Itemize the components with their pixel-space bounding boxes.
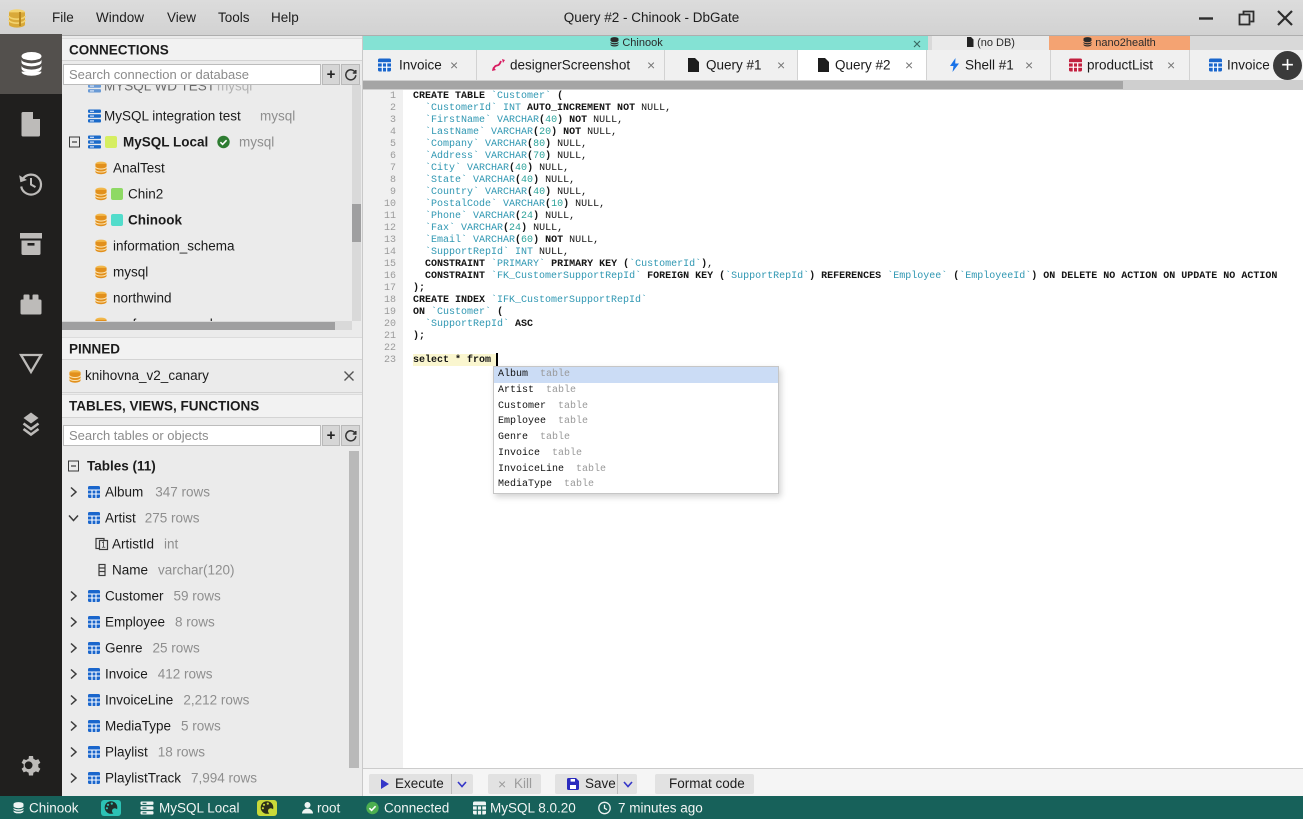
svg-text:1: 1 [101, 541, 106, 550]
